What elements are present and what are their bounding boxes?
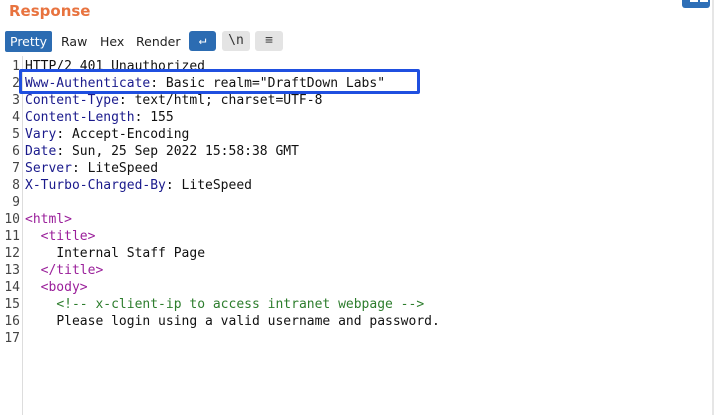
response-editor[interactable]: 1 HTTP/2 401 Unauthorized 2 Www-Authenticat… bbox=[0, 56, 714, 415]
header-name: Vary bbox=[25, 127, 57, 142]
html-tag: <html> bbox=[25, 212, 72, 227]
header-name: Date bbox=[25, 144, 57, 159]
header-name: Content-Length bbox=[25, 110, 135, 125]
view-toolbar: Pretty Raw Hex Render ↵ \n ≡ bbox=[0, 30, 714, 52]
menu-icon[interactable]: ≡ bbox=[255, 31, 283, 51]
line-number: 7 bbox=[12, 161, 20, 176]
header-name: Server bbox=[25, 161, 72, 176]
line-number: 9 bbox=[12, 195, 20, 210]
line-number: 17 bbox=[4, 331, 20, 346]
line-text: : text/html; charset=UTF-8 bbox=[118, 93, 323, 108]
html-tag: <title> bbox=[40, 229, 96, 244]
tab-render[interactable]: Render bbox=[131, 31, 183, 52]
line-content: </title> bbox=[25, 262, 104, 279]
line-content: Please login using a valid username and … bbox=[25, 313, 440, 330]
html-tag: <body> bbox=[40, 280, 88, 295]
html-comment: <!-- x-client-ip to access intranet webp… bbox=[56, 297, 425, 312]
line-number: 10 bbox=[4, 212, 20, 227]
line-number: 1 bbox=[12, 59, 20, 74]
line-number: 4 bbox=[12, 110, 20, 125]
line-number: 8 bbox=[12, 178, 20, 193]
line-content: X-Turbo-Charged-By: LiteSpeed bbox=[25, 177, 252, 194]
line-content: Server: LiteSpeed bbox=[25, 160, 158, 177]
line-number: 11 bbox=[4, 229, 20, 244]
line-content: <html> bbox=[25, 211, 72, 228]
line-content: <!-- x-client-ip to access intranet webp… bbox=[25, 296, 424, 313]
line-number: 2 bbox=[12, 76, 20, 91]
tab-raw[interactable]: Raw bbox=[56, 31, 92, 52]
line-text: : LiteSpeed bbox=[165, 178, 252, 193]
line-content: Content-Type: text/html; charset=UTF-8 bbox=[25, 92, 322, 109]
line-content: <title> bbox=[25, 228, 96, 245]
line-text: : Sun, 25 Sep 2022 15:58:38 GMT bbox=[56, 144, 299, 159]
html-tag: </title> bbox=[40, 263, 104, 278]
line-text: : LiteSpeed bbox=[71, 161, 159, 176]
line-number: 16 bbox=[4, 314, 20, 329]
highlight-annotation bbox=[19, 69, 420, 94]
line-text: Internal Staff Page bbox=[56, 246, 206, 261]
line-number: 14 bbox=[4, 280, 20, 295]
line-text: Please login using a valid username and … bbox=[56, 314, 440, 329]
line-text: : Accept-Encoding bbox=[56, 127, 190, 142]
line-content: <body> bbox=[25, 279, 88, 296]
line-content: Internal Staff Page bbox=[25, 245, 205, 262]
line-number: 13 bbox=[4, 263, 20, 278]
line-content: Content-Length: 155 bbox=[25, 109, 174, 126]
tab-pretty[interactable]: Pretty bbox=[5, 31, 52, 52]
tab-hex[interactable]: Hex bbox=[95, 31, 129, 52]
panel-title: Response bbox=[9, 2, 91, 20]
line-number: 5 bbox=[12, 127, 20, 142]
line-number: 6 bbox=[12, 144, 20, 159]
wrap-lines-icon[interactable]: ↵ bbox=[189, 31, 216, 51]
show-newlines-button[interactable]: \n bbox=[222, 31, 250, 51]
header-name: X-Turbo-Charged-By bbox=[25, 178, 166, 193]
line-text: : 155 bbox=[134, 110, 174, 125]
line-number: 3 bbox=[12, 93, 20, 108]
header-name: Content-Type bbox=[25, 93, 119, 108]
line-number: 12 bbox=[4, 246, 20, 261]
response-header: Response bbox=[0, 0, 714, 28]
line-content: Date: Sun, 25 Sep 2022 15:58:38 GMT bbox=[25, 143, 299, 160]
line-content: Vary: Accept-Encoding bbox=[25, 126, 189, 143]
layout-toggle-icon[interactable] bbox=[682, 0, 710, 8]
line-number: 15 bbox=[4, 297, 20, 312]
